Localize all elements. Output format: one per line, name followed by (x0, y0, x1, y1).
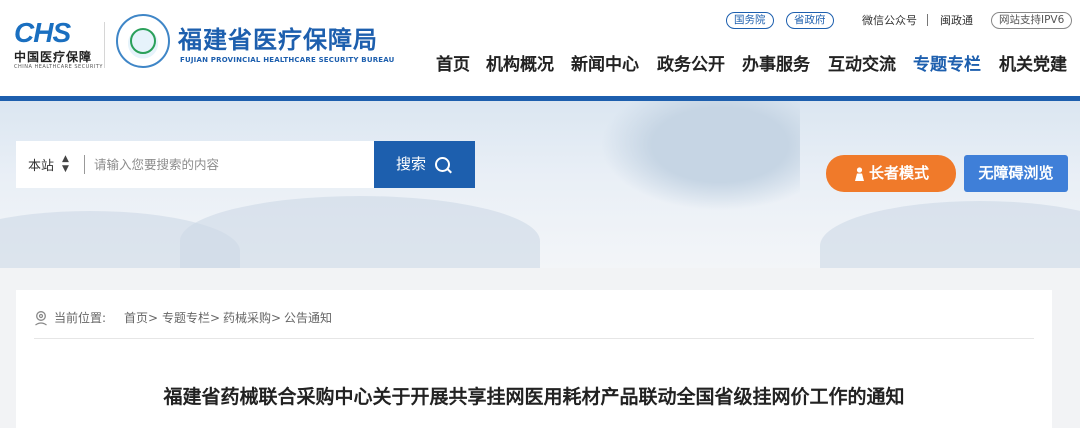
nav-gov-affairs[interactable]: 政务公开 (657, 52, 725, 78)
seal-emblem (130, 28, 156, 54)
search-divider (84, 155, 85, 174)
search-box: 本站 ▲ ▼ (16, 141, 374, 188)
provincial-gov-link[interactable]: 省政府 (786, 12, 834, 29)
state-council-link[interactable]: 国务院 (726, 12, 774, 29)
bureau-seal-icon (116, 14, 170, 68)
nav-about[interactable]: 机构概况 (486, 52, 554, 78)
search-button-label: 搜索 (396, 155, 427, 173)
elder-mode-label: 长者模式 (869, 164, 930, 182)
elder-mode-button[interactable]: 长者模式 (826, 155, 956, 192)
article-title: 福建省药械联合采购中心关于开展共享挂网医用耗材产品联动全国省级挂网价工作的通知 (163, 386, 905, 408)
nav-interaction[interactable]: 互动交流 (828, 52, 896, 78)
chs-logo-english: CHINA HEALTHCARE SECURITY (14, 64, 103, 70)
breadcrumb-drug-procurement[interactable]: 药械采购> (223, 310, 281, 326)
breadcrumb-divider (34, 338, 1034, 339)
top-link-separator (927, 14, 928, 26)
bureau-name[interactable]: 福建省医疗保障局 (178, 20, 378, 55)
chs-logo-chinese: 中国医疗保障 (14, 50, 93, 64)
search-input[interactable] (94, 151, 364, 178)
site-header: CHS 中国医疗保障 CHINA HEALTHCARE SECURITY 福建省… (0, 0, 1080, 96)
nav-news[interactable]: 新闻中心 (571, 52, 639, 78)
wechat-link[interactable]: 微信公众号 (862, 12, 917, 30)
logo-divider (104, 22, 105, 68)
nav-home[interactable]: 首页 (436, 52, 470, 78)
banner-doctor-illustration (600, 101, 800, 211)
breadcrumb-home[interactable]: 首页> (124, 310, 158, 326)
chs-logo-mark: CHS (14, 17, 71, 48)
breadcrumb-label: 当前位置: (54, 311, 107, 325)
search-icon (435, 157, 450, 172)
banner-mountain (180, 196, 540, 268)
bureau-english-name: FUJIAN PROVINCIAL HEALTHCARE SECURITY BU… (180, 56, 395, 64)
nav-special-topics[interactable]: 专题专栏 (913, 52, 981, 78)
breadcrumb-special-topics[interactable]: 专题专栏> (162, 310, 220, 326)
elder-person-icon (855, 167, 864, 181)
chs-logo[interactable]: CHS 中国医疗保障 CHINA HEALTHCARE SECURITY (14, 17, 102, 71)
banner-mountain (820, 201, 1080, 268)
scope-updown-icon[interactable]: ▲ ▼ (62, 154, 69, 174)
search-scope-select[interactable]: 本站 (28, 155, 54, 174)
min-zheng-tong-link[interactable]: 闽政通 (940, 12, 973, 30)
content-card: 当前位置: 首页> 专题专栏> 药械采购> 公告通知 福建省药械联合采购中心关于… (16, 290, 1052, 428)
nav-services[interactable]: 办事服务 (742, 52, 810, 78)
search-button[interactable]: 搜索 (374, 141, 475, 188)
banner: 本站 ▲▼ 搜索 长者模式 无障碍浏览 (0, 101, 1080, 268)
location-icon (35, 311, 47, 326)
ipv6-badge: 网站支持IPV6 (991, 12, 1073, 29)
nav-party-building[interactable]: 机关党建 (999, 52, 1067, 78)
breadcrumb-announcements[interactable]: 公告通知 (284, 310, 332, 326)
accessible-browse-button[interactable]: 无障碍浏览 (964, 155, 1068, 192)
